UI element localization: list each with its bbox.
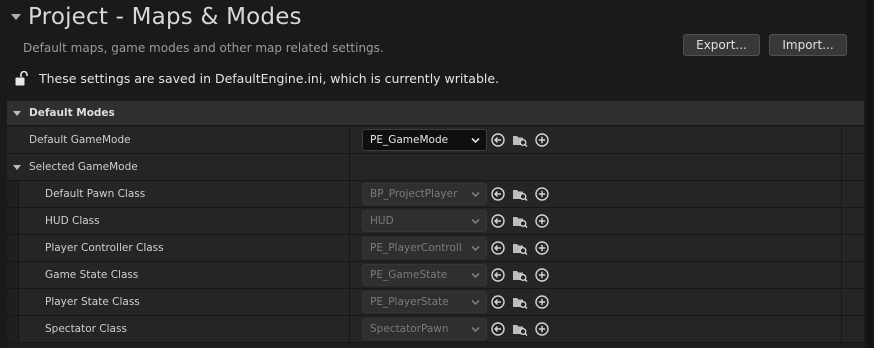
indent-gutter [7,181,19,207]
add-icon[interactable] [535,322,549,336]
property-row-hud-class: HUD Class HUD [7,208,864,235]
vertical-scrollbar[interactable] [866,0,874,348]
property-name-cell: Default GameMode [7,127,349,153]
indent-gutter [7,235,19,261]
combo-value: BP_ProjectPlayer [370,188,458,200]
combo-value: PE_PlayerState [370,296,449,308]
chevron-down-icon [471,191,480,198]
chevron-down-icon [471,218,480,225]
combo-value: PE_GameState [370,269,448,281]
add-icon[interactable] [535,241,549,255]
browse-folder-icon[interactable] [512,268,528,282]
indent-gutter [7,208,19,234]
use-selected-icon[interactable] [491,214,505,228]
property-label: HUD Class [45,215,100,227]
browse-folder-icon[interactable] [512,241,528,255]
column-splitter-right [841,262,842,288]
chevron-down-icon [471,326,480,333]
column-splitter[interactable] [349,127,350,153]
use-selected-icon[interactable] [491,268,505,282]
use-selected-icon[interactable] [491,322,505,336]
page-title: Project - Maps & Modes [28,4,302,30]
use-selected-icon[interactable] [491,133,505,147]
class-picker-combo[interactable]: PE_GameMode [362,129,487,151]
category-expand-arrow-icon[interactable] [13,111,21,116]
property-row-spectator-class: Spectator Class SpectatorPawn [7,316,864,343]
column-splitter-right [841,181,842,207]
column-splitter-right [841,154,842,180]
category-default-modes[interactable]: Default Modes [7,101,864,126]
expand-arrow-icon[interactable] [13,165,21,170]
combo-value: SpectatorPawn [370,323,449,335]
property-label: Default GameMode [29,134,131,146]
property-label: Player State Class [45,296,140,308]
class-picker-combo[interactable]: PE_PlayerState [362,291,487,313]
column-splitter[interactable] [349,235,350,261]
combo-value: HUD [370,215,394,227]
column-splitter-right [841,289,842,315]
property-label: Selected GameMode [29,161,138,173]
property-grid: Default Modes Default GameMode PE_GameMo… [7,101,864,348]
chevron-down-icon [471,245,480,252]
indent-gutter [7,289,19,315]
property-label: Game State Class [45,269,139,281]
column-splitter[interactable] [349,316,350,342]
browse-folder-icon[interactable] [512,214,528,228]
page-subtitle: Default maps, game modes and other map r… [23,41,384,55]
add-icon[interactable] [535,295,549,309]
category-label: Default Modes [29,107,115,119]
class-picker-combo[interactable]: BP_ProjectPlayer [362,183,487,205]
property-row-selected-gamemode[interactable]: Selected GameMode [7,154,864,181]
property-row-default-pawn-class: Default Pawn Class BP_ProjectPlayer [7,181,864,208]
column-splitter-right [841,235,842,261]
property-row-default-gamemode: Default GameMode PE_GameMode [7,127,864,154]
property-row-game-state-class: Game State Class PE_GameState [7,262,864,289]
add-icon[interactable] [535,133,549,147]
scrollbar-thumb[interactable] [868,0,872,348]
property-row-player-state-class: Player State Class PE_PlayerState [7,289,864,316]
config-file-status: These settings are saved in DefaultEngin… [39,71,500,86]
settings-header: Project - Maps & Modes Default maps, gam… [0,0,866,96]
column-splitter-right [841,316,842,342]
combo-value: PE_PlayerControll [370,242,462,254]
browse-folder-icon[interactable] [512,187,528,201]
chevron-down-icon [471,137,480,144]
chevron-down-icon [471,299,480,306]
unlock-icon [15,71,29,86]
indent-gutter [7,316,19,342]
project-settings-panel: Project - Maps & Modes Default maps, gam… [0,0,874,348]
column-splitter-right [841,208,842,234]
browse-folder-icon[interactable] [512,133,528,147]
class-picker-combo[interactable]: PE_PlayerControll [362,237,487,259]
class-picker-combo[interactable]: SpectatorPawn [362,318,487,340]
column-splitter[interactable] [349,181,350,207]
use-selected-icon[interactable] [491,241,505,255]
use-selected-icon[interactable] [491,295,505,309]
section-collapse-arrow-icon[interactable] [11,14,21,20]
browse-folder-icon[interactable] [512,295,528,309]
column-splitter-right [841,127,842,153]
class-picker-combo[interactable]: PE_GameState [362,264,487,286]
import-button[interactable]: Import... [769,34,847,56]
class-picker-combo[interactable]: HUD [362,210,487,232]
export-button[interactable]: Export... [683,34,760,56]
column-splitter[interactable] [349,262,350,288]
add-icon[interactable] [535,187,549,201]
chevron-down-icon [471,272,480,279]
indent-gutter [7,262,19,288]
add-icon[interactable] [535,268,549,282]
column-splitter[interactable] [349,289,350,315]
property-label: Spectator Class [45,323,127,335]
property-row-player-controller-class: Player Controller Class PE_PlayerControl… [7,235,864,262]
add-icon[interactable] [535,214,549,228]
browse-folder-icon[interactable] [512,322,528,336]
combo-value: PE_GameMode [370,134,449,146]
property-label: Default Pawn Class [45,188,146,200]
column-splitter[interactable] [349,154,350,180]
column-splitter[interactable] [349,208,350,234]
use-selected-icon[interactable] [491,187,505,201]
property-label: Player Controller Class [45,242,164,254]
